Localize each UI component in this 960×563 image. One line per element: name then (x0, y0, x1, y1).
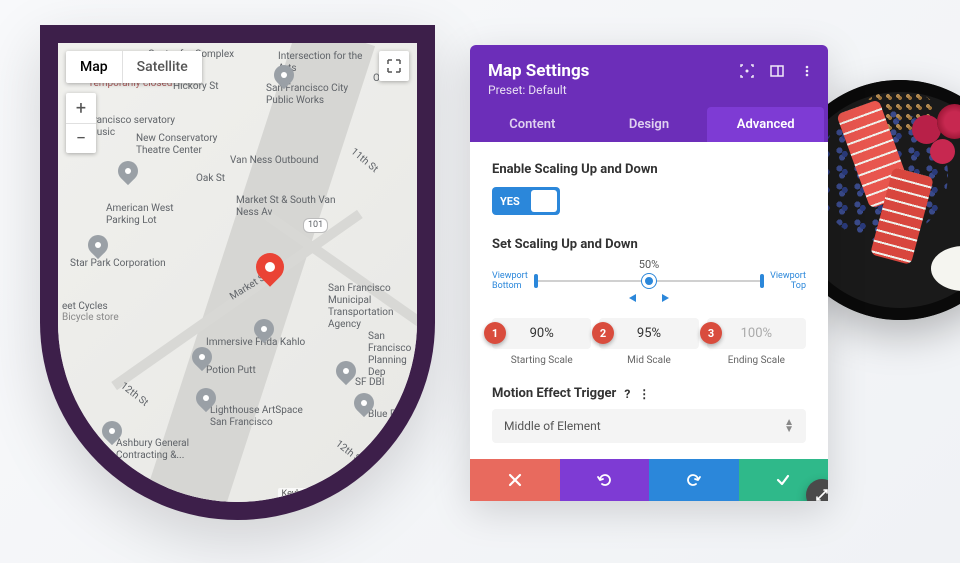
enable-scaling-label: Enable Scaling Up and Down (492, 162, 806, 177)
zoom-controls: + − (66, 93, 96, 153)
ending-scale-label: Ending Scale (707, 355, 806, 366)
map-attribution: Keyboard shortcuts Map data © (278, 488, 413, 500)
enable-scaling-toggle[interactable]: YES (492, 187, 560, 215)
panel-icon[interactable] (770, 63, 784, 77)
toggle-knob (531, 190, 557, 212)
settings-subtitle: Preset: Default (488, 83, 810, 97)
poi-hwy101: 101 (303, 218, 328, 233)
set-scaling-label: Set Scaling Up and Down (492, 237, 806, 252)
tab-advanced[interactable]: Advanced (707, 107, 824, 142)
undo-button[interactable] (560, 459, 650, 501)
poi-ashbury: Ashbury General Contracting &... (116, 438, 216, 462)
poi-oak: Oak St (196, 173, 225, 185)
settings-panel: Map Settings Preset: Default Content Des… (470, 45, 828, 501)
poi-market-sv: Market St & South Van Ness Av (236, 195, 336, 219)
select-arrows-icon: ▲▼ (784, 419, 794, 433)
badge-2: 2 (592, 322, 614, 344)
motion-trigger-select[interactable]: Middle of Element ▲▼ (492, 409, 806, 443)
map-panel: Center for Complex Intersection for the … (40, 25, 435, 520)
motion-trigger-value: Middle of Element (504, 419, 601, 433)
map-canvas[interactable]: Center for Complex Intersection for the … (58, 43, 417, 502)
poi-sf-dbi: SF DBI (355, 377, 384, 389)
settings-header: Map Settings Preset: Default (470, 45, 828, 107)
viewport-slider[interactable]: 50% Viewport Bottom Viewport Top (492, 262, 806, 300)
tab-content[interactable]: Content (474, 107, 591, 142)
badge-3: 3 (700, 322, 722, 344)
poi-immersive-frida: Immersive Frida Kahlo (206, 337, 305, 349)
map-tab-map[interactable]: Map (66, 51, 122, 83)
viewport-top-label: Viewport Top (766, 272, 806, 292)
focus-icon[interactable] (740, 63, 754, 77)
poi-conservatory: New Conservatory Theatre Center (136, 133, 236, 157)
poi-lighthouse: Lighthouse ArtSpace San Francisco (210, 405, 310, 429)
fullscreen-button[interactable] (379, 51, 409, 81)
zoom-in-button[interactable]: + (66, 93, 96, 123)
more-icon[interactable] (800, 63, 814, 77)
mid-scale-label: Mid Scale (599, 355, 698, 366)
slider-handle[interactable] (642, 274, 656, 288)
poi-blue-p: Blue P (368, 409, 396, 421)
poi-sf-planning: San Francisco Planning Dep (368, 331, 417, 379)
poi-eet-cycles-sub: Bicycle store (62, 312, 119, 324)
poi-american-west: American West Parking Lot (106, 203, 206, 227)
settings-tabs: Content Design Advanced (470, 107, 828, 142)
map-tab-satellite[interactable]: Satellite (122, 51, 202, 83)
motion-trigger-label: Motion Effect Trigger (492, 386, 616, 401)
poi-star-park: Star Park Corporation (70, 258, 166, 270)
field-more-icon[interactable]: ⋮ (638, 387, 650, 401)
viewport-bottom-label: Viewport Bottom (492, 272, 532, 292)
poi-van-ness: Van Ness Outbound (230, 155, 318, 167)
map-type-tabs: Map Satellite (66, 51, 202, 83)
poi-potion-putt: Potion Putt (206, 365, 256, 377)
starting-scale-label: Starting Scale (492, 355, 591, 366)
starting-scale-input[interactable] (492, 318, 591, 349)
badge-1: 1 (484, 322, 506, 344)
tab-design[interactable]: Design (591, 107, 708, 142)
mid-scale-input[interactable] (599, 318, 698, 349)
redo-button[interactable] (649, 459, 739, 501)
action-bar (470, 459, 828, 501)
zoom-out-button[interactable]: − (66, 123, 96, 153)
toggle-yes-label: YES (492, 195, 528, 208)
poi-sf-municipal: San Francisco Municipal Transportation A… (328, 283, 417, 331)
cancel-button[interactable] (470, 459, 560, 501)
help-icon[interactable]: ? (624, 387, 630, 401)
slider-value-label: 50% (639, 258, 659, 271)
